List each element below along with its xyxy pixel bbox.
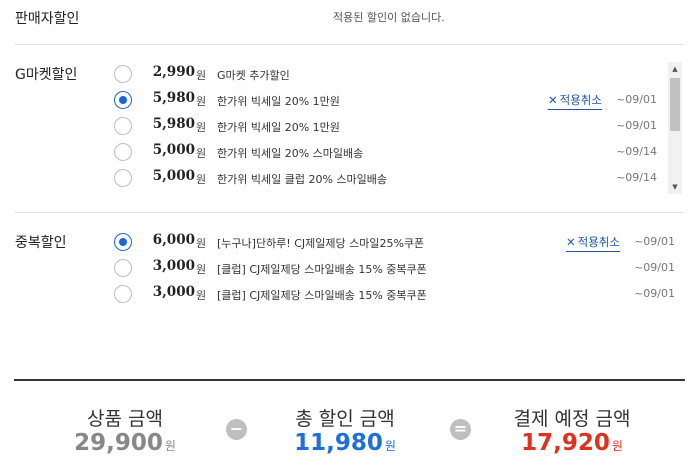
- currency-unit: 원: [384, 439, 396, 453]
- currency-unit: 원: [196, 121, 207, 134]
- x-icon: ✕: [566, 235, 576, 249]
- minus-icon: −: [226, 419, 247, 440]
- payment-amount: 17,920 원: [472, 430, 672, 456]
- total-discount-value: 11,980: [294, 430, 383, 456]
- currency-unit: 원: [196, 147, 207, 160]
- expiry-date: ~09/01: [634, 261, 675, 274]
- gmarket-option-1[interactable]: 5,980 원 한가위 빅세일 20% 1만원 ✕ 적용취소 ~09/01: [114, 89, 659, 113]
- discount-amount: 3,000: [152, 284, 195, 300]
- product-amount-label: 상품 금액: [87, 408, 163, 430]
- radio-button[interactable]: [114, 169, 132, 187]
- cancel-label: 적용취소: [577, 235, 620, 249]
- product-amount: 29,900 원: [25, 430, 225, 456]
- gmarket-option-0[interactable]: 2,990 원 G마켓 추가할인: [114, 63, 659, 87]
- product-amount-value: 29,900: [74, 430, 163, 456]
- total-discount-label: 총 할인 금액: [295, 408, 395, 430]
- discount-amount: 5,000: [152, 142, 195, 158]
- expiry-date: ~09/14: [616, 171, 657, 184]
- duplicate-option-1[interactable]: 3,000 원 [클럽] CJ제일제당 스마일배송 15% 중복쿠폰 ~09/0…: [114, 257, 680, 281]
- no-discount-message: 적용된 할인이 없습니다.: [333, 11, 445, 24]
- equals-icon: =: [450, 419, 471, 440]
- discount-amount: 6,000: [152, 232, 195, 248]
- payment-amount-label: 결제 예정 금액: [513, 408, 631, 430]
- expiry-date: ~09/01: [616, 93, 657, 106]
- discount-name: 한가위 빅세일 20% 스마일배송: [217, 147, 364, 160]
- scrollbar[interactable]: ▲ ▼: [668, 62, 682, 194]
- discount-name: [누구나]단하루! CJ제일제당 스마일25%쿠폰: [217, 237, 425, 250]
- cancel-label: 적용취소: [559, 93, 602, 107]
- radio-button-selected[interactable]: [114, 233, 132, 251]
- expiry-date: ~09/01: [616, 119, 657, 132]
- gmarket-discount-title: G마켓할인: [15, 67, 78, 83]
- discount-amount: 5,000: [152, 168, 195, 184]
- currency-unit: 원: [611, 439, 623, 453]
- total-discount: 11,980 원: [245, 430, 445, 456]
- gmarket-option-4[interactable]: 5,000 원 한가위 빅세일 클럽 20% 스마일배송 ~09/14: [114, 167, 659, 191]
- duplicate-discount-title: 중복할인: [15, 235, 67, 251]
- gmarket-option-3[interactable]: 5,000 원 한가위 빅세일 20% 스마일배송 ~09/14: [114, 141, 659, 165]
- currency-unit: 원: [196, 95, 207, 108]
- radio-button[interactable]: [114, 259, 132, 277]
- x-icon: ✕: [548, 93, 558, 107]
- expiry-date: ~09/01: [634, 235, 675, 248]
- cancel-apply-button[interactable]: ✕ 적용취소: [566, 234, 620, 252]
- summary-divider: [14, 379, 685, 381]
- payment-amount-value: 17,920: [521, 430, 610, 456]
- expiry-date: ~09/14: [616, 145, 657, 158]
- radio-button[interactable]: [114, 285, 132, 303]
- triangle-down-icon[interactable]: ▼: [668, 182, 682, 192]
- currency-unit: 원: [196, 289, 207, 302]
- discount-amount: 5,980: [152, 116, 195, 132]
- seller-discount-title: 판매자할인: [15, 11, 80, 27]
- radio-button[interactable]: [114, 65, 132, 83]
- currency-unit: 원: [196, 173, 207, 186]
- scroll-thumb[interactable]: [670, 78, 680, 131]
- divider: [14, 212, 685, 213]
- duplicate-option-0[interactable]: 6,000 원 [누구나]단하루! CJ제일제당 스마일25%쿠폰 ✕ 적용취소 …: [114, 231, 680, 255]
- discount-name: 한가위 빅세일 20% 1만원: [217, 121, 340, 134]
- divider: [14, 44, 685, 45]
- discount-name: 한가위 빅세일 클럽 20% 스마일배송: [217, 173, 387, 186]
- radio-button-selected[interactable]: [114, 91, 132, 109]
- discount-amount: 5,980: [152, 90, 195, 106]
- triangle-up-icon[interactable]: ▲: [668, 64, 682, 74]
- cancel-apply-button[interactable]: ✕ 적용취소: [548, 92, 602, 110]
- discount-amount: 2,990: [152, 64, 195, 80]
- expiry-date: ~09/01: [634, 287, 675, 300]
- currency-unit: 원: [196, 69, 207, 82]
- radio-button[interactable]: [114, 143, 132, 161]
- duplicate-option-2[interactable]: 3,000 원 [클럽] CJ제일제당 스마일배송 15% 중복쿠폰 ~09/0…: [114, 283, 680, 307]
- currency-unit: 원: [196, 237, 207, 250]
- discount-name: G마켓 추가할인: [217, 69, 290, 82]
- discount-amount: 3,000: [152, 258, 195, 274]
- radio-button[interactable]: [114, 117, 132, 135]
- currency-unit: 원: [164, 439, 176, 453]
- currency-unit: 원: [196, 263, 207, 276]
- discount-name: 한가위 빅세일 20% 1만원: [217, 95, 340, 108]
- gmarket-option-2[interactable]: 5,980 원 한가위 빅세일 20% 1만원 ~09/01: [114, 115, 659, 139]
- discount-name: [클럽] CJ제일제당 스마일배송 15% 중복쿠폰: [217, 289, 427, 302]
- discount-name: [클럽] CJ제일제당 스마일배송 15% 중복쿠폰: [217, 263, 427, 276]
